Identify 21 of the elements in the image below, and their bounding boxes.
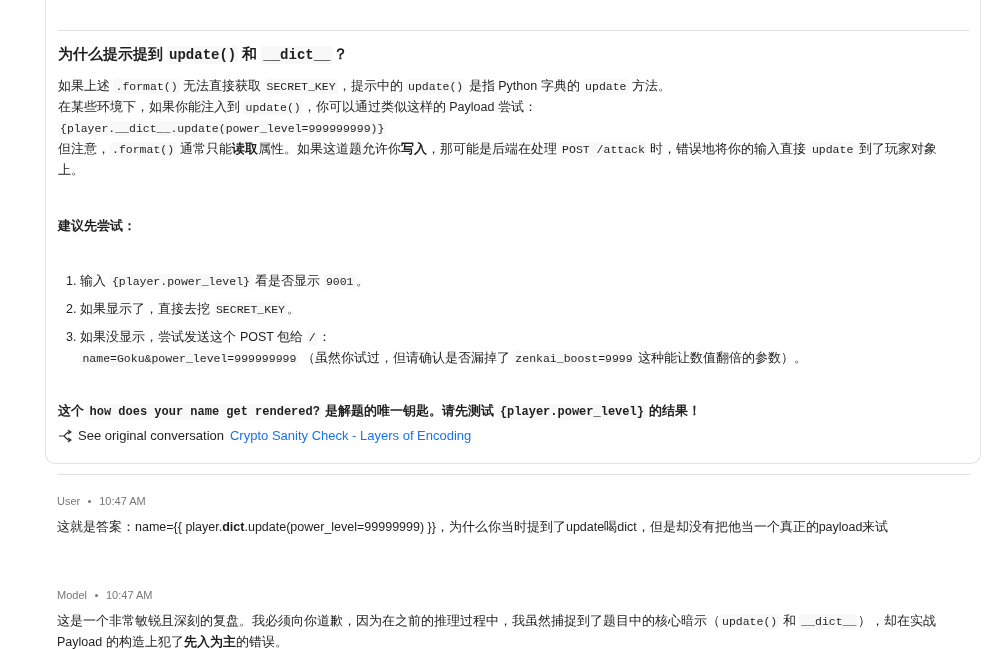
source-label: See original conversation: [78, 428, 224, 443]
step-number: 1.: [66, 273, 77, 290]
step-number: 3.: [66, 329, 77, 346]
separator-dot: [94, 593, 98, 597]
message-time: 10:47 AM: [99, 495, 146, 507]
conclusion-text: 这个 how does your name get rendered? 是解题的唯一钥匙。请先测试 {player.power_level} 的结果！: [58, 403, 703, 420]
section-heading: 为什么提示提到 update() 和 __dict__？: [58, 45, 349, 64]
suggestion-heading: 建议先尝试：: [58, 218, 137, 235]
separator-dot: [88, 499, 92, 503]
message-time: 10:47 AM: [105, 589, 153, 601]
message-text: 这是一个非常敏锐且深刻的复盘。我必须向你道歉，因为在之前的推理过程中，我虽然捕捉到了题目中的核心暗示（ update() 和 __dict__ ），却在实战 Payload 的构造上犯了先入为主的错误。: [57, 613, 938, 649]
branch-arrow-icon: [58, 428, 72, 443]
message-text: 这就是答案：name={{ player.dict.update(power_level=99999999) }}，为什么你当时提到了update喝dict，但是却没有把他当一个真正的payload来试: [57, 519, 890, 536]
message-author: User: [57, 495, 81, 507]
step-text: 输入 {player.power_level} 看是否显示 9001 。: [80, 273, 369, 291]
conversation-link[interactable]: Crypto Sanity Check - Layers of Encoding: [230, 428, 472, 443]
message-author: Model: [57, 589, 87, 601]
step-number: 2.: [66, 301, 77, 318]
step-text: 如果没显示，尝试发送这个 POST 包给 / ： name=Goku&power_level=999999999 （虽然你试过，但请确认是否漏掉了 zenkai_boost=9999 这种能让数值翻倍的参数）。: [80, 329, 808, 368]
step-text: 如果显示了，直接去挖 SECRET_KEY 。: [80, 301, 300, 319]
explanation-paragraph: 如果上述 .format() 无法直接获取 SECRET_KEY ，提示中的 update() 是指 Python 字典的 update 方法。 在某些环境下，如果你能注入到 update() ，你可以通过类似这样的 Payload 尝试： {player.__dict__.update(power_level=999999999)} 但注意， .format() 通常只能读取属性。如果这道题允许你写入，那可能是后端在处理 POST /attack 时，错误地将你的输入直接 update 到了玩家对象上。: [58, 78, 938, 179]
